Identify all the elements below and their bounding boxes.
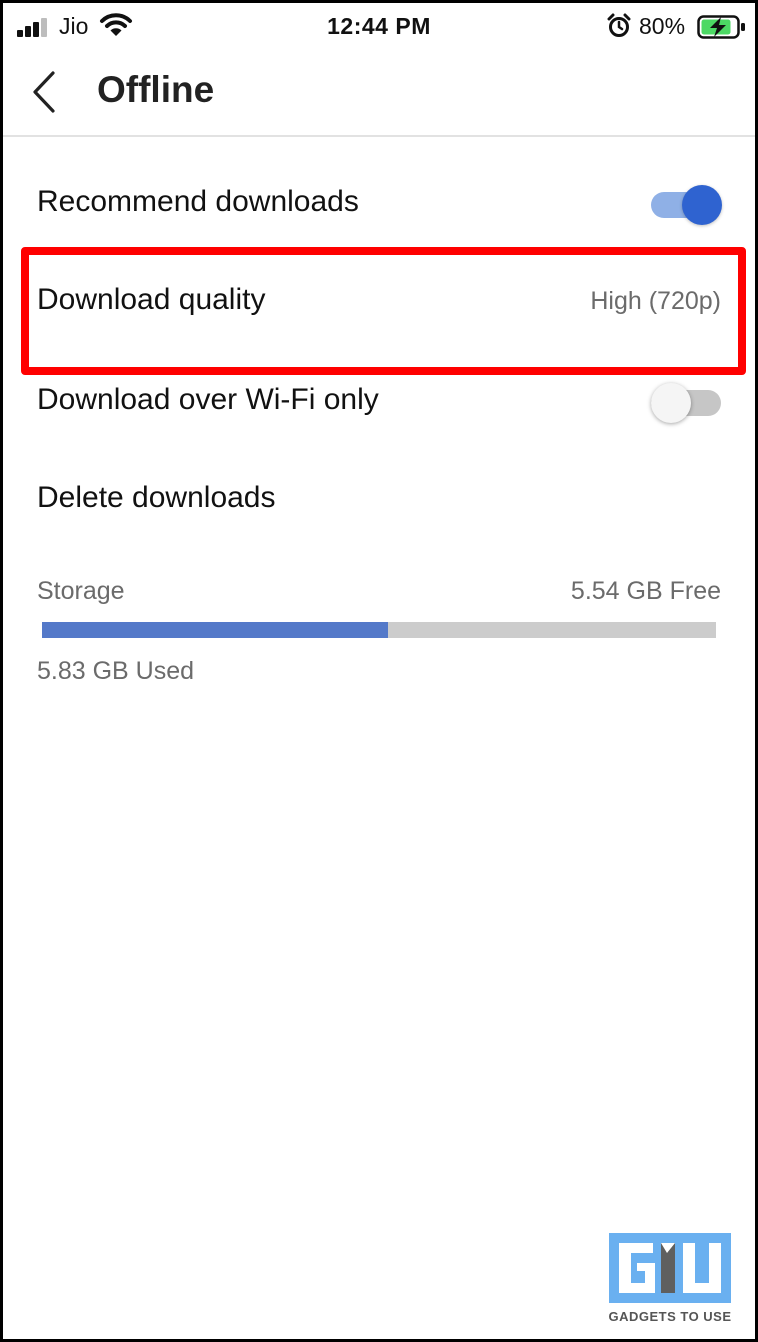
delete-downloads-row[interactable]: Delete downloads (3, 453, 755, 551)
battery-charging-icon (697, 15, 745, 39)
battery-percentage: 80% (639, 13, 686, 39)
delete-downloads-label: Delete downloads (37, 481, 276, 514)
storage-used-text: 5.83 GB Used (37, 657, 195, 685)
watermark-text: GADGETS TO USE (608, 1309, 732, 1324)
storage-used-fill (42, 622, 388, 638)
alarm-clock-icon (607, 13, 631, 37)
phone-screen: Jio 12:44 PM 80% Offline Recommend downl… (0, 0, 758, 1342)
page-title: Offline (97, 69, 215, 110)
back-button[interactable] (25, 67, 65, 117)
storage-free-text: 5.54 GB Free (570, 577, 721, 605)
wifi-only-toggle[interactable] (651, 383, 721, 423)
storage-usage-bar (42, 622, 716, 638)
recommend-downloads-row[interactable]: Recommend downloads (3, 157, 755, 255)
gadgets-to-use-logo: GADGETS TO USE (601, 1229, 739, 1329)
wifi-only-label: Download over Wi-Fi only (37, 383, 379, 416)
recommend-downloads-toggle[interactable] (651, 185, 722, 225)
storage-label: Storage (37, 577, 125, 605)
recommend-downloads-label: Recommend downloads (37, 185, 359, 218)
gadgets-to-use-logo-mark (609, 1233, 731, 1303)
page-header: Offline (3, 49, 755, 137)
status-bar: Jio 12:44 PM 80% (3, 3, 755, 49)
wifi-only-row[interactable]: Download over Wi-Fi only (3, 355, 755, 453)
